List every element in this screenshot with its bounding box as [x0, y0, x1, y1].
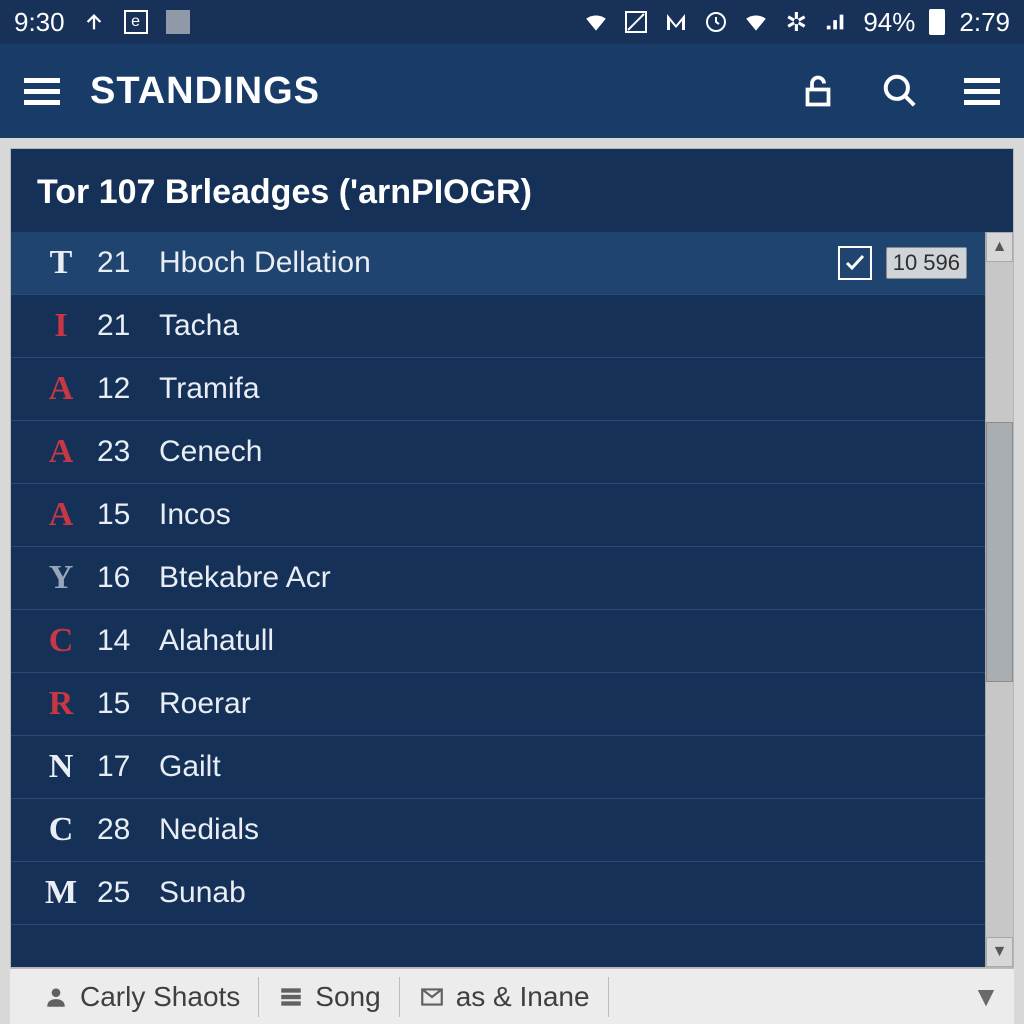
list-area: T21Hboch Dellation10 596I21TachaA12Trami… [11, 232, 1013, 967]
team-number: 21 [85, 246, 159, 280]
score-badge: 10 596 [886, 247, 967, 279]
team-name: Sunab [159, 876, 967, 910]
team-name: Tramifa [159, 372, 967, 406]
snowflake-icon: ✲ [783, 9, 809, 35]
bottom-collapse-button[interactable]: ▼ [972, 983, 1000, 1011]
bottom-item-user[interactable]: Carly Shaots [24, 977, 259, 1017]
no-image-icon [623, 9, 649, 35]
signal-icon [823, 9, 849, 35]
list-item[interactable]: T21Hboch Dellation 10 596 [11, 232, 985, 295]
app-badge-icon: e [123, 9, 149, 35]
team-name: Btekabre Acr [159, 561, 967, 595]
team-name: Nedials [159, 813, 967, 847]
standings-card: Tor 107 Brleadges ('arnPIOGR) T21Hboch D… [10, 148, 1014, 968]
team-number: 21 [85, 309, 159, 343]
bottom-item-label: Song [315, 981, 380, 1013]
list-item[interactable]: I21Tacha [11, 295, 985, 358]
inbox-icon [418, 983, 446, 1011]
status-time-left: 9:30 [14, 7, 65, 38]
status-right: ✲ 94% 2:79 [583, 7, 1010, 38]
team-letter: T [37, 244, 85, 282]
team-name: Cenech [159, 435, 967, 469]
list-icon [277, 983, 305, 1011]
team-letter: C [37, 622, 85, 660]
status-bar: 9:30 e ✲ 94% 2:79 [0, 0, 1024, 44]
list-item[interactable]: N17Gailt [11, 736, 985, 799]
bottom-item-label: as & Inane [456, 981, 590, 1013]
team-name: Incos [159, 498, 967, 532]
team-letter: Y [37, 559, 85, 597]
scroll-track[interactable] [986, 262, 1013, 937]
scroll-up-button[interactable]: ▲ [986, 232, 1013, 262]
list-item[interactable]: C14Alahatull [11, 610, 985, 673]
upload-arrow-icon [81, 9, 107, 35]
team-number: 16 [85, 561, 159, 595]
scroll-thumb[interactable] [986, 422, 1013, 682]
check-icon[interactable] [838, 246, 872, 280]
list-item[interactable]: Y16Btekabre Acr [11, 547, 985, 610]
m-icon [663, 9, 689, 35]
scrollbar[interactable]: ▲ ▼ [985, 232, 1013, 967]
team-letter: A [37, 496, 85, 534]
status-time-right: 2:79 [959, 7, 1010, 38]
team-name: Gailt [159, 750, 967, 784]
lock-button[interactable] [796, 69, 840, 113]
bottom-bar: Carly Shaots Song as & Inane ▼ [10, 968, 1014, 1024]
app-bar-actions [796, 69, 1004, 113]
wifi-icon [583, 9, 609, 35]
team-letter: A [37, 370, 85, 408]
team-number: 28 [85, 813, 159, 847]
list-item[interactable]: C28Nedials [11, 799, 985, 862]
bottom-item-song[interactable]: Song [259, 977, 399, 1017]
app-badge-icon-2 [165, 9, 191, 35]
team-number: 15 [85, 687, 159, 721]
team-name: Hboch Dellation [159, 246, 838, 280]
bottom-item-inbox[interactable]: as & Inane [400, 977, 609, 1017]
battery-icon [929, 9, 945, 35]
scroll-down-button[interactable]: ▼ [986, 937, 1013, 967]
card-title: Tor 107 Brleadges ('arnPIOGR) [11, 149, 1013, 232]
list-item[interactable]: A15Incos [11, 484, 985, 547]
team-number: 25 [85, 876, 159, 910]
team-number: 15 [85, 498, 159, 532]
list-item[interactable]: R15Roerar [11, 673, 985, 736]
team-letter: R [37, 685, 85, 723]
standings-list: T21Hboch Dellation10 596I21TachaA12Trami… [11, 232, 985, 967]
team-number: 23 [85, 435, 159, 469]
list-item[interactable]: A23Cenech [11, 421, 985, 484]
menu-button[interactable] [20, 69, 64, 113]
user-icon [42, 983, 70, 1011]
list-item[interactable]: M25Sunab [11, 862, 985, 925]
app-bar: STANDINGS [0, 44, 1024, 138]
team-letter: M [37, 874, 85, 912]
status-left: 9:30 e [14, 7, 191, 38]
team-letter: A [37, 433, 85, 471]
battery-percentage: 94% [863, 7, 915, 38]
team-letter: I [37, 307, 85, 345]
team-letter: C [37, 811, 85, 849]
team-number: 17 [85, 750, 159, 784]
team-name: Alahatull [159, 624, 967, 658]
team-number: 12 [85, 372, 159, 406]
search-button[interactable] [878, 69, 922, 113]
team-name: Roerar [159, 687, 967, 721]
team-letter: N [37, 748, 85, 786]
page-title: STANDINGS [90, 70, 320, 113]
bottom-item-label: Carly Shaots [80, 981, 240, 1013]
content-area: Tor 107 Brleadges ('arnPIOGR) T21Hboch D… [0, 138, 1024, 1024]
overflow-menu-button[interactable] [960, 69, 1004, 113]
team-number: 14 [85, 624, 159, 658]
wifi-icon-2 [743, 9, 769, 35]
list-item[interactable]: A12Tramifa [11, 358, 985, 421]
clock-icon [703, 9, 729, 35]
team-name: Tacha [159, 309, 967, 343]
